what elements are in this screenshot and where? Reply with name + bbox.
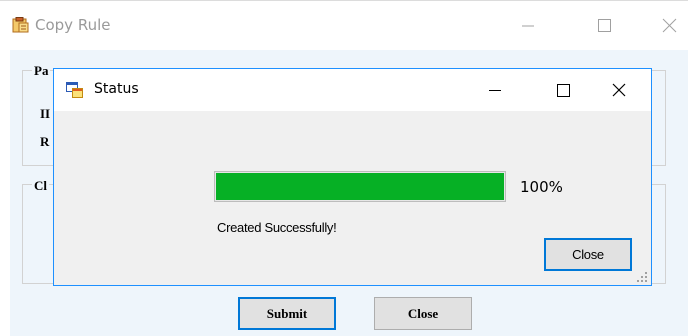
r-field-label: R xyxy=(40,134,50,149)
minimize-icon xyxy=(522,25,534,27)
status-maximize-button[interactable] xyxy=(546,76,580,104)
status-titlebar[interactable]: Status xyxy=(54,69,651,111)
status-dialog: Status 100% Created Successfully! Close xyxy=(53,68,652,286)
status-close-button[interactable]: Close xyxy=(544,238,632,271)
status-minimize-button[interactable] xyxy=(478,76,512,104)
minimize-icon xyxy=(489,90,501,91)
copy-rule-titlebar[interactable]: Copy Rule xyxy=(0,1,688,49)
progress-bar xyxy=(214,171,506,202)
progress-percent-label: 100% xyxy=(520,178,563,196)
maximize-icon xyxy=(557,84,570,97)
parent-groupbox-label: Pa xyxy=(32,63,51,79)
resize-grip-icon[interactable] xyxy=(636,271,648,283)
clipboard-icon xyxy=(12,17,29,33)
status-title: Status xyxy=(94,81,139,97)
submit-button[interactable]: Submit xyxy=(238,297,336,330)
minimize-button[interactable] xyxy=(510,11,546,39)
status-close-window-button[interactable] xyxy=(602,76,636,104)
child-groupbox-label: Cl xyxy=(32,178,49,194)
window-title: Copy Rule xyxy=(35,16,111,34)
app-window-icon xyxy=(66,82,83,98)
maximize-icon xyxy=(598,19,611,32)
close-window-button[interactable] xyxy=(652,11,688,39)
close-button[interactable]: Close xyxy=(374,297,472,330)
maximize-button[interactable] xyxy=(586,11,622,39)
id-field-label: II xyxy=(40,106,51,121)
close-icon xyxy=(662,18,677,33)
progress-bar-fill xyxy=(216,173,504,200)
status-message: Created Successfully! xyxy=(217,220,337,235)
close-icon xyxy=(612,83,626,97)
